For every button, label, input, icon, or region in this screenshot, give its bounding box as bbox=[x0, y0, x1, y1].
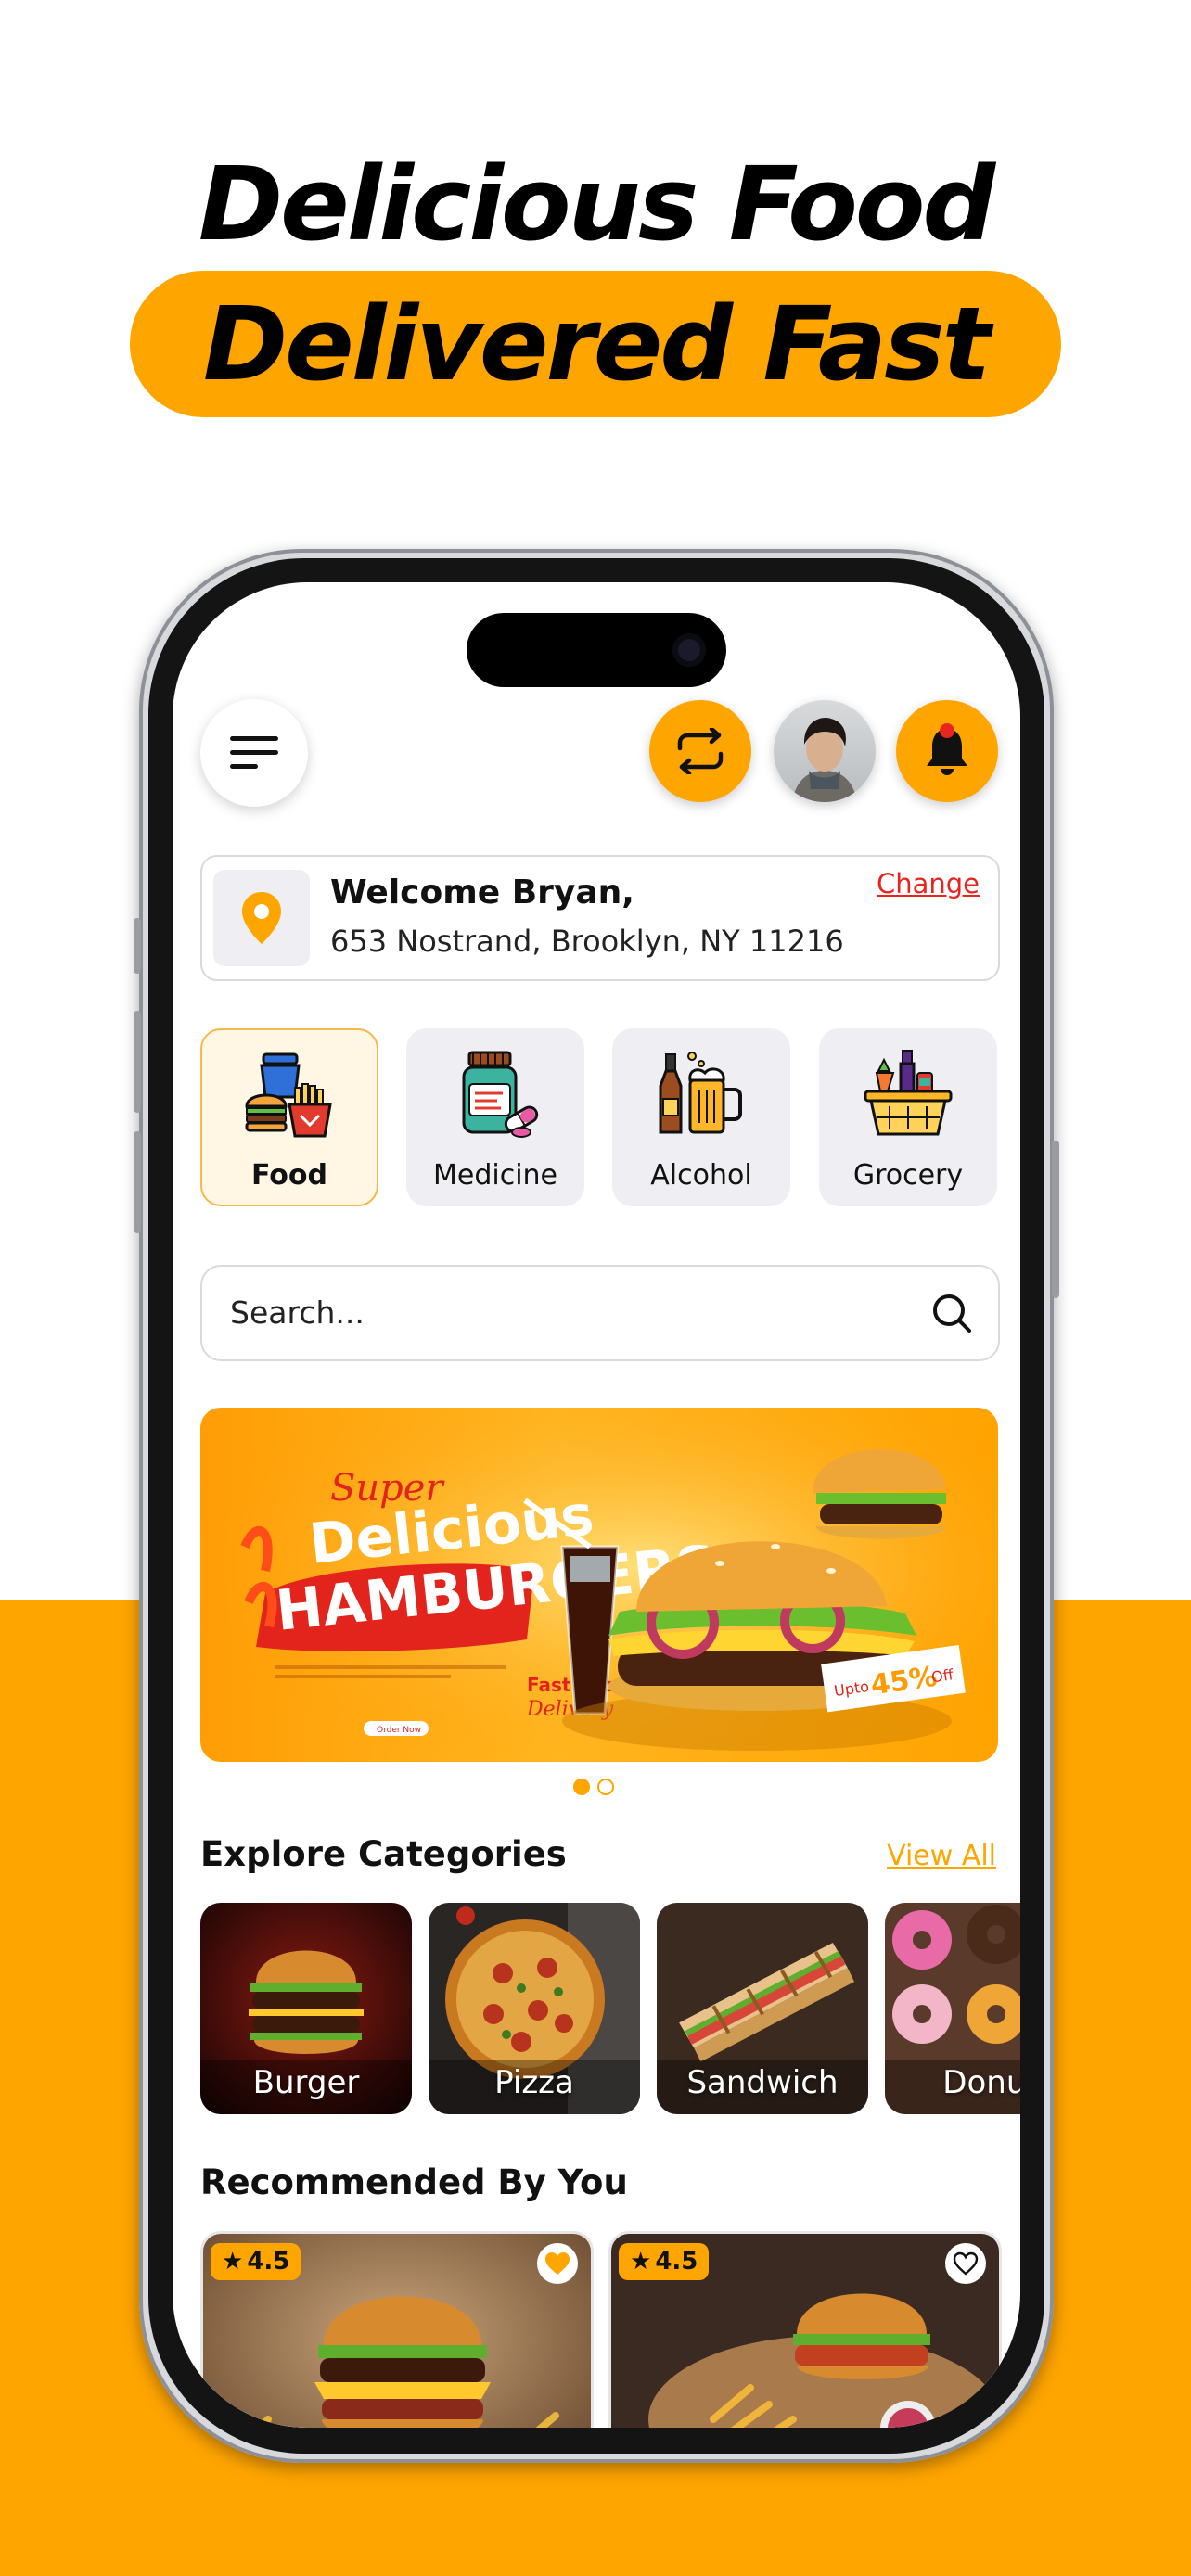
heart-outline-icon bbox=[953, 2251, 979, 2276]
banner-offer-suffix: Off bbox=[930, 1665, 955, 1686]
rating-badge: ★ 4.5 bbox=[619, 2243, 710, 2280]
favorite-button[interactable] bbox=[945, 2243, 986, 2284]
pagination-dot-active[interactable] bbox=[573, 1779, 590, 1795]
phone-side-button bbox=[134, 918, 141, 974]
camera-icon bbox=[672, 633, 706, 667]
promo-banner[interactable]: Super Delicious HAMBURGERS Order Now Fas… bbox=[200, 1408, 998, 1762]
search-icon[interactable] bbox=[931, 1293, 972, 1333]
food-category-sandwich[interactable]: Sandwich bbox=[657, 1903, 868, 2114]
food-category-label: Donut bbox=[942, 2064, 1020, 2101]
food-category-burger[interactable]: Burger bbox=[200, 1903, 412, 2114]
rating-badge: ★ 4.5 bbox=[211, 2243, 301, 2280]
medicine-icon bbox=[462, 1051, 539, 1138]
headline-line-1: Delicious Food bbox=[198, 145, 995, 263]
location-pin-icon bbox=[242, 892, 281, 944]
star-icon: ★ bbox=[222, 2248, 244, 2276]
phone-side-button bbox=[134, 1131, 141, 1233]
location-icon-box bbox=[213, 870, 310, 966]
grocery-basket-icon bbox=[864, 1050, 953, 1136]
category-label: Grocery bbox=[852, 1159, 964, 1192]
swap-arrows-icon bbox=[677, 728, 724, 774]
beer-icon bbox=[659, 1052, 742, 1134]
star-icon: ★ bbox=[630, 2248, 652, 2276]
fast-food-icon bbox=[245, 1052, 332, 1138]
delivery-address: 653 Nostrand, Brooklyn, NY 11216 bbox=[330, 924, 844, 959]
pagination-dot[interactable] bbox=[597, 1779, 614, 1795]
dynamic-island bbox=[467, 613, 726, 687]
food-category-pizza[interactable]: Pizza bbox=[429, 1903, 640, 2114]
notification-button[interactable] bbox=[896, 700, 998, 802]
category-tile-food[interactable]: Food bbox=[200, 1028, 378, 1206]
recommended-item-card[interactable]: ★ 4.5 bbox=[608, 2231, 1002, 2428]
food-category-donut[interactable]: Donut bbox=[885, 1903, 1020, 2114]
welcome-text: Welcome Bryan, bbox=[330, 874, 634, 912]
explore-categories-title: Explore Categories bbox=[200, 1834, 567, 1874]
rating-value: 4.5 bbox=[655, 2248, 698, 2276]
headline-line-2-pill: Delivered Fast bbox=[130, 271, 1061, 417]
banner-pagination[interactable] bbox=[573, 1779, 614, 1795]
profile-photo bbox=[774, 700, 876, 802]
search-input[interactable]: Search... bbox=[230, 1294, 365, 1331]
search-bar[interactable]: Search... bbox=[200, 1265, 1000, 1361]
category-tile-medicine[interactable]: Medicine bbox=[406, 1028, 584, 1206]
menu-button[interactable] bbox=[200, 699, 308, 807]
headline-line-2: Delivered Fast bbox=[202, 285, 991, 403]
view-all-link[interactable]: View All bbox=[887, 1840, 996, 1872]
recommended-item-card[interactable]: ★ 4.5 bbox=[200, 2231, 594, 2428]
food-category-label: Burger bbox=[252, 2064, 360, 2101]
location-card: Welcome Bryan, 653 Nostrand, Brooklyn, N… bbox=[200, 855, 1000, 981]
user-avatar[interactable] bbox=[774, 700, 876, 802]
hamburger-promo-artwork: Super Delicious HAMBURGERS Order Now Fas… bbox=[200, 1408, 998, 1762]
category-tile-grocery[interactable]: Grocery bbox=[819, 1028, 997, 1206]
food-category-label: Sandwich bbox=[686, 2064, 839, 2101]
category-label: Medicine bbox=[432, 1159, 558, 1192]
heart-filled-icon bbox=[545, 2252, 570, 2275]
banner-cta: Order Now bbox=[377, 1726, 421, 1735]
phone-side-button bbox=[134, 1011, 141, 1113]
bell-icon bbox=[927, 723, 967, 775]
category-label: Food bbox=[251, 1159, 327, 1192]
recommended-title: Recommended By You bbox=[200, 2162, 628, 2202]
favorite-button[interactable] bbox=[537, 2243, 578, 2284]
food-category-label: Pizza bbox=[494, 2064, 574, 2101]
change-address-link[interactable]: Change bbox=[877, 868, 980, 899]
phone-power-button bbox=[1052, 1141, 1059, 1298]
phone-screen: Welcome Bryan, 653 Nostrand, Brooklyn, N… bbox=[173, 582, 1020, 2428]
rating-value: 4.5 bbox=[247, 2248, 290, 2276]
category-tile-alcohol[interactable]: Alcohol bbox=[612, 1028, 790, 1206]
category-label: Alcohol bbox=[650, 1159, 752, 1192]
hamburger-menu-icon bbox=[230, 736, 278, 769]
switch-mode-button[interactable] bbox=[649, 700, 751, 802]
